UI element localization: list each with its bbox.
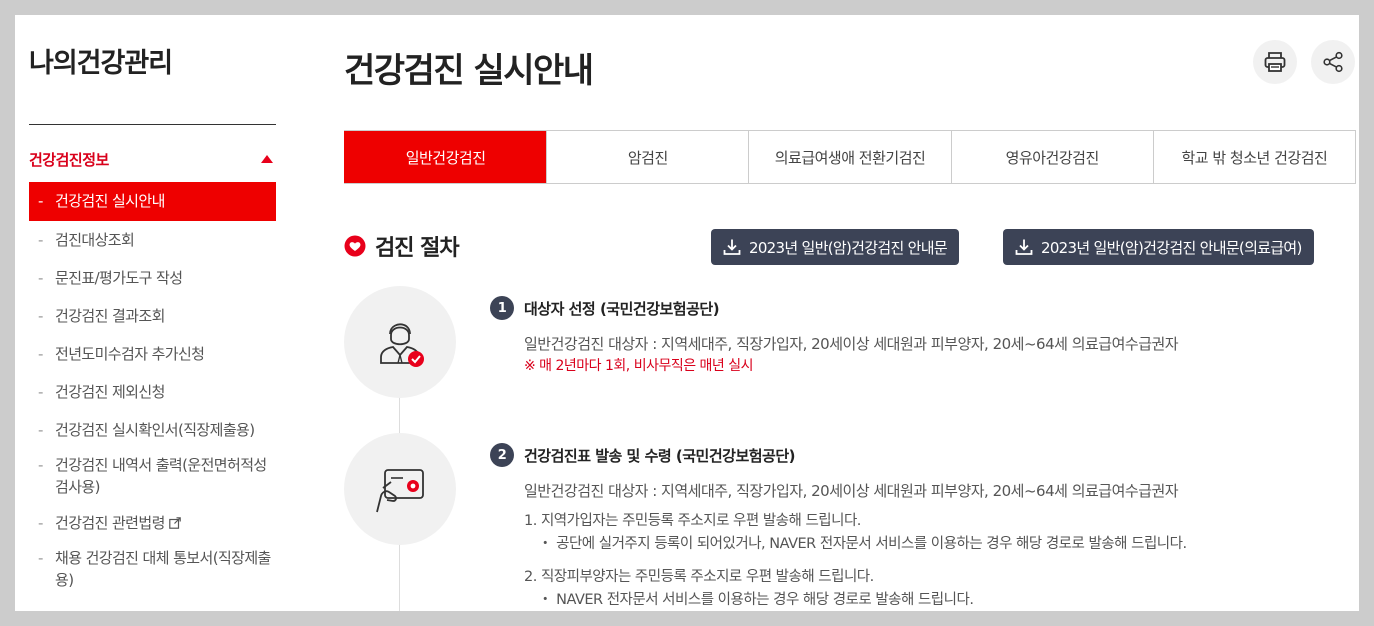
download-icon (723, 239, 741, 255)
sidebar-item-label: 건강검진 제외신청 (55, 383, 165, 401)
sidebar-item-label: 문진표/평가도구 작성 (55, 269, 183, 287)
step-description: 일반건강검진 대상자 : 지역세대주, 직장가입자, 20세이상 세대원과 피부… (524, 335, 1179, 353)
sidebar-item-employment-notice[interactable]: - 채용 건강검진 대체 통보서(직장제출용) (29, 542, 276, 597)
step-number: 1 (490, 296, 514, 320)
step-sub-item: 2. 직장피부양자는 주민등록 주소지로 우편 발송해 드립니다. (524, 569, 874, 585)
share-icon (1323, 51, 1343, 73)
sidebar-item-label: 건강검진 내역서 출력(운전면허적성검사용) (55, 456, 267, 496)
sidebar-section-toggle[interactable]: 건강검진정보 (29, 147, 276, 171)
step-2: 2 건강검진표 발송 및 수령 (국민건강보험공단) 일반건강검진 대상자 : … (490, 443, 1187, 611)
external-link-icon (168, 517, 181, 529)
step-body: 일반건강검진 대상자 : 지역세대주, 직장가입자, 20세이상 세대원과 피부… (490, 332, 1179, 376)
sidebar-item-exclusion-request[interactable]: - 건강검진 제외신청 (29, 373, 276, 411)
page: 나의건강관리 건강검진정보 - 건강검진 실시안내 - 검진대상조회 - 문진표/평가… (15, 15, 1359, 611)
card-receive-icon (376, 469, 424, 513)
download-icon (1015, 239, 1033, 255)
sidebar-item-label: 채용 건강검진 대체 통보서(직장제출용) (55, 549, 271, 589)
collapse-up-icon (261, 155, 273, 163)
download-guide-medical-aid-button[interactable]: 2023년 일반(암)건강검진 안내문(의료급여) (1003, 229, 1314, 265)
sidebar-item-confirmation[interactable]: - 건강검진 실시확인서(직장제출용) (29, 411, 276, 449)
step-sub-bullet: ・ 공단에 실거주지 등록이 되어있거나, NAVER 전자문서 서비스를 이용… (538, 536, 1187, 552)
checkup-type-tabs: 일반건강검진 암검진 의료급여생애 전환기검진 영유아건강검진 학교 밖 청소년… (344, 130, 1356, 184)
step-body: 일반건강검진 대상자 : 지역세대주, 직장가입자, 20세이상 세대원과 피부… (490, 479, 1187, 611)
step-number: 2 (490, 443, 514, 467)
print-button[interactable] (1253, 40, 1297, 84)
person-check-icon (380, 323, 424, 367)
step-sub-item: 1. 지역가입자는 주민등록 주소지로 우편 발송해 드립니다. (524, 513, 861, 529)
sidebar-divider (29, 124, 276, 125)
download-guide-medical-aid-label: 2023년 일반(암)건강검진 안내문(의료급여) (1041, 238, 1302, 257)
sidebar-item-additional-request[interactable]: - 전년도미수검자 추가신청 (29, 335, 276, 373)
tab-infant-checkup[interactable]: 영유아건강검진 (950, 131, 1153, 183)
step-sub-bullet: ・ NAVER 전자문서 서비스를 이용하는 경우 해당 경로로 발송해 드립니… (538, 592, 974, 608)
sidebar-item-label: 전년도미수검자 추가신청 (55, 345, 205, 363)
step-1: 1 대상자 선정 (국민건강보험공단) 일반건강검진 대상자 : 지역세대주, … (490, 296, 1179, 376)
sidebar-section-label: 건강검진정보 (29, 150, 109, 169)
tab-medical-aid-transition[interactable]: 의료급여생애 전환기검진 (748, 131, 950, 183)
sidebar-item-statement-print[interactable]: - 건강검진 내역서 출력(운전면허적성검사용) (29, 449, 276, 504)
sidebar-item-label: 건강검진 실시확인서(직장제출용) (55, 421, 255, 439)
share-button[interactable] (1311, 40, 1355, 84)
download-guide-label: 2023년 일반(암)건강검진 안내문 (749, 238, 948, 257)
sidebar-item-label: 건강검진 결과조회 (55, 307, 165, 325)
sidebar-item-result-lookup[interactable]: - 건강검진 결과조회 (29, 297, 276, 335)
tab-youth-checkup[interactable]: 학교 밖 청소년 건강검진 (1152, 131, 1355, 183)
step-description: 일반건강검진 대상자 : 지역세대주, 직장가입자, 20세이상 세대원과 피부… (524, 482, 1179, 500)
sidebar-item-label: 건강검진 관련법령 (55, 514, 165, 532)
step-1-illustration (344, 286, 456, 398)
page-title: 건강검진 실시안내 (344, 51, 594, 91)
sidebar-menu: - 건강검진 실시안내 - 검진대상조회 - 문진표/평가도구 작성 - 건강검진 결과… (29, 182, 276, 597)
step-note: ※ 매 2년마다 1회, 비사무직은 매년 실시 (524, 358, 754, 374)
sidebar-item-checkup-guide[interactable]: - 건강검진 실시안내 (29, 182, 276, 221)
printer-icon (1264, 52, 1286, 72)
sidebar-item-related-laws[interactable]: - 건강검진 관련법령 (29, 504, 276, 542)
heart-badge-icon (344, 235, 366, 257)
tab-cancer-checkup[interactable]: 암검진 (546, 131, 748, 183)
section-title: 검진 절차 (344, 230, 460, 262)
tab-general-checkup[interactable]: 일반건강검진 (344, 131, 547, 183)
sidebar-title: 나의건강관리 (29, 48, 173, 79)
sidebar-item-label: 건강검진 실시안내 (55, 192, 165, 210)
sidebar-item-label: 검진대상조회 (55, 231, 135, 249)
sidebar-item-questionnaire[interactable]: - 문진표/평가도구 작성 (29, 259, 276, 297)
step-title: 건강검진표 발송 및 수령 (국민건강보험공단) (524, 446, 796, 465)
sidebar-item-target-lookup[interactable]: - 검진대상조회 (29, 221, 276, 259)
section-title-text: 검진 절차 (375, 236, 460, 261)
step-2-illustration (344, 433, 456, 545)
step-title: 대상자 선정 (국민건강보험공단) (524, 299, 720, 318)
download-guide-button[interactable]: 2023년 일반(암)건강검진 안내문 (711, 229, 959, 265)
